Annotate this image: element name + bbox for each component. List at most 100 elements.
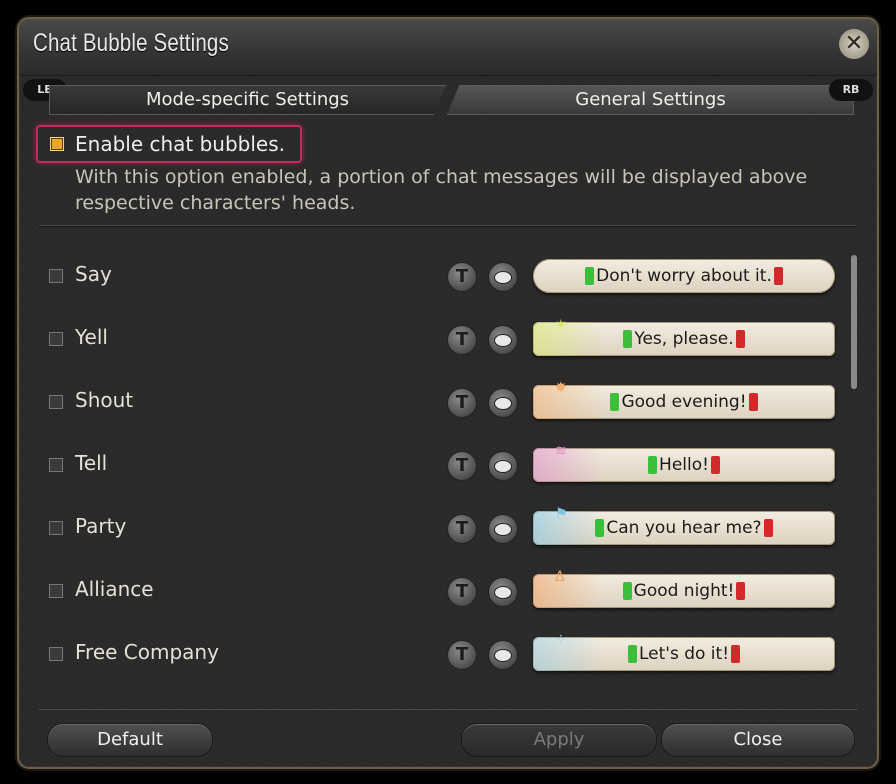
bubble-decoration-icon: ✸ [555,380,567,396]
default-button[interactable]: Default [47,723,213,757]
divider [39,225,857,226]
bubble-preview: ⁘ Let's do it! [533,632,835,671]
bubble-accent [533,637,603,671]
quote-open-icon [610,393,620,411]
text-color-button[interactable]: T [447,640,477,670]
bubble-preview-text: Hello! [659,455,709,475]
tab-mode-specific-settings[interactable]: Mode-specific Settings [49,85,446,115]
bubble-preview-text-wrap: Yes, please. [623,329,745,349]
text-color-button[interactable]: T [447,514,477,544]
bubble-decoration-icon: ≋ [555,443,567,459]
text-color-button[interactable]: T [447,388,477,418]
bubble-style-button[interactable] [488,640,518,670]
channel-checkbox[interactable] [49,332,63,346]
channel-list: Say T Don't worry about it. Yell T ✶ Yes, plea… [39,239,861,709]
quote-close-icon [773,267,783,285]
bubble-accent [533,511,603,545]
bubble-style-button[interactable] [488,514,518,544]
channel-label: Tell [75,451,108,475]
channel-checkbox[interactable] [49,458,63,472]
divider [39,709,857,710]
enable-description: With this option enabled, a portion of c… [75,166,808,214]
speech-bubble-icon [494,334,512,347]
channel-label: Alliance [75,577,154,601]
quote-close-icon [748,393,758,411]
channel-row: Free Company T ⁘ Let's do it! [39,629,839,679]
text-color-button[interactable]: T [447,325,477,355]
quote-close-icon [736,582,746,600]
bubble-preview: ✸ Good evening! [533,380,835,419]
bubble-decoration-icon: ⁘ [555,632,567,648]
bubble-style-button[interactable] [488,325,518,355]
bubble-decoration-icon: ✶ [555,317,567,333]
title-bar: Chat Bubble Settings ✕ [19,19,877,76]
bubble-preview-text: Good night! [633,581,735,601]
bubble-preview-text: Don't worry about it. [596,266,772,286]
channel-row: Tell T ≋ Hello! [39,440,839,490]
channel-label: Shout [75,388,134,412]
bubble-preview-text-wrap: Don't worry about it. [585,266,783,286]
bubble-style-button[interactable] [488,451,518,481]
bubble-preview-text: Good evening! [621,392,747,412]
bubble-preview: ≋ Hello! [533,443,835,482]
tab-general-settings[interactable]: General Settings [447,85,854,115]
bubble-style-button[interactable] [488,262,518,292]
bubble-preview-text-wrap: Can you hear me? [595,518,773,538]
scrollbar[interactable] [851,255,857,389]
quote-open-icon [623,330,633,348]
bubble-preview-text: Yes, please. [634,329,734,349]
quote-close-icon [735,330,745,348]
channel-row: Say T Don't worry about it. [39,251,839,301]
bubble-preview: Δ Good night! [533,569,835,608]
bubble-preview-text: Let's do it! [638,644,730,664]
apply-button[interactable]: Apply [461,723,657,757]
quote-close-icon [763,519,773,537]
bubble-preview: ✶ Yes, please. [533,317,835,356]
enable-chat-bubbles-checkbox[interactable] [50,137,64,151]
bubble-preview-text-wrap: Let's do it! [627,644,741,664]
window-title: Chat Bubble Settings [33,29,229,57]
close-icon[interactable]: ✕ [839,29,869,59]
text-color-button[interactable]: T [447,577,477,607]
speech-bubble-icon [494,271,512,284]
speech-bubble-icon [494,649,512,662]
channel-row: Party T ⚑ Can you hear me? [39,503,839,553]
channel-checkbox[interactable] [49,647,63,661]
quote-close-icon [710,456,720,474]
bubble-accent [533,448,603,482]
bubble-preview: Don't worry about it. [533,259,835,293]
channel-label: Say [75,262,112,286]
channel-row: Alliance T Δ Good night! [39,566,839,616]
bubble-style-button[interactable] [488,388,518,418]
bubble-accent [533,322,603,356]
bubble-preview-text: Can you hear me? [606,518,762,538]
quote-open-icon [627,645,637,663]
bubble-decoration-icon: Δ [555,569,565,585]
speech-bubble-icon [494,397,512,410]
text-color-button[interactable]: T [447,451,477,481]
quote-open-icon [622,582,632,600]
rb-hint-icon: RB [829,79,873,101]
text-color-button[interactable]: T [447,262,477,292]
channel-row: Yell T ✶ Yes, please. [39,314,839,364]
tab-bar: LB Mode-specific Settings General Settin… [19,79,877,115]
speech-bubble-icon [494,460,512,473]
chat-bubble-settings-window: Chat Bubble Settings ✕ LB Mode-specific … [17,17,879,769]
enable-chat-bubbles-label: Enable chat bubbles. [75,132,286,156]
channel-checkbox[interactable] [49,584,63,598]
channel-checkbox[interactable] [49,521,63,535]
bubble-preview: ⚑ Can you hear me? [533,506,835,545]
bubble-accent [533,574,603,608]
bubble-decoration-icon: ⚑ [555,506,568,522]
channel-checkbox[interactable] [49,395,63,409]
channel-checkbox[interactable] [49,269,63,283]
bubble-style-button[interactable] [488,577,518,607]
channel-label: Party [75,514,127,538]
bubble-preview-text-wrap: Good night! [622,581,746,601]
quote-open-icon [648,456,658,474]
channel-row: Shout T ✸ Good evening! [39,377,839,427]
bubble-preview-text-wrap: Hello! [648,455,720,475]
speech-bubble-icon [494,586,512,599]
close-button[interactable]: Close [661,723,855,757]
speech-bubble-icon [494,523,512,536]
